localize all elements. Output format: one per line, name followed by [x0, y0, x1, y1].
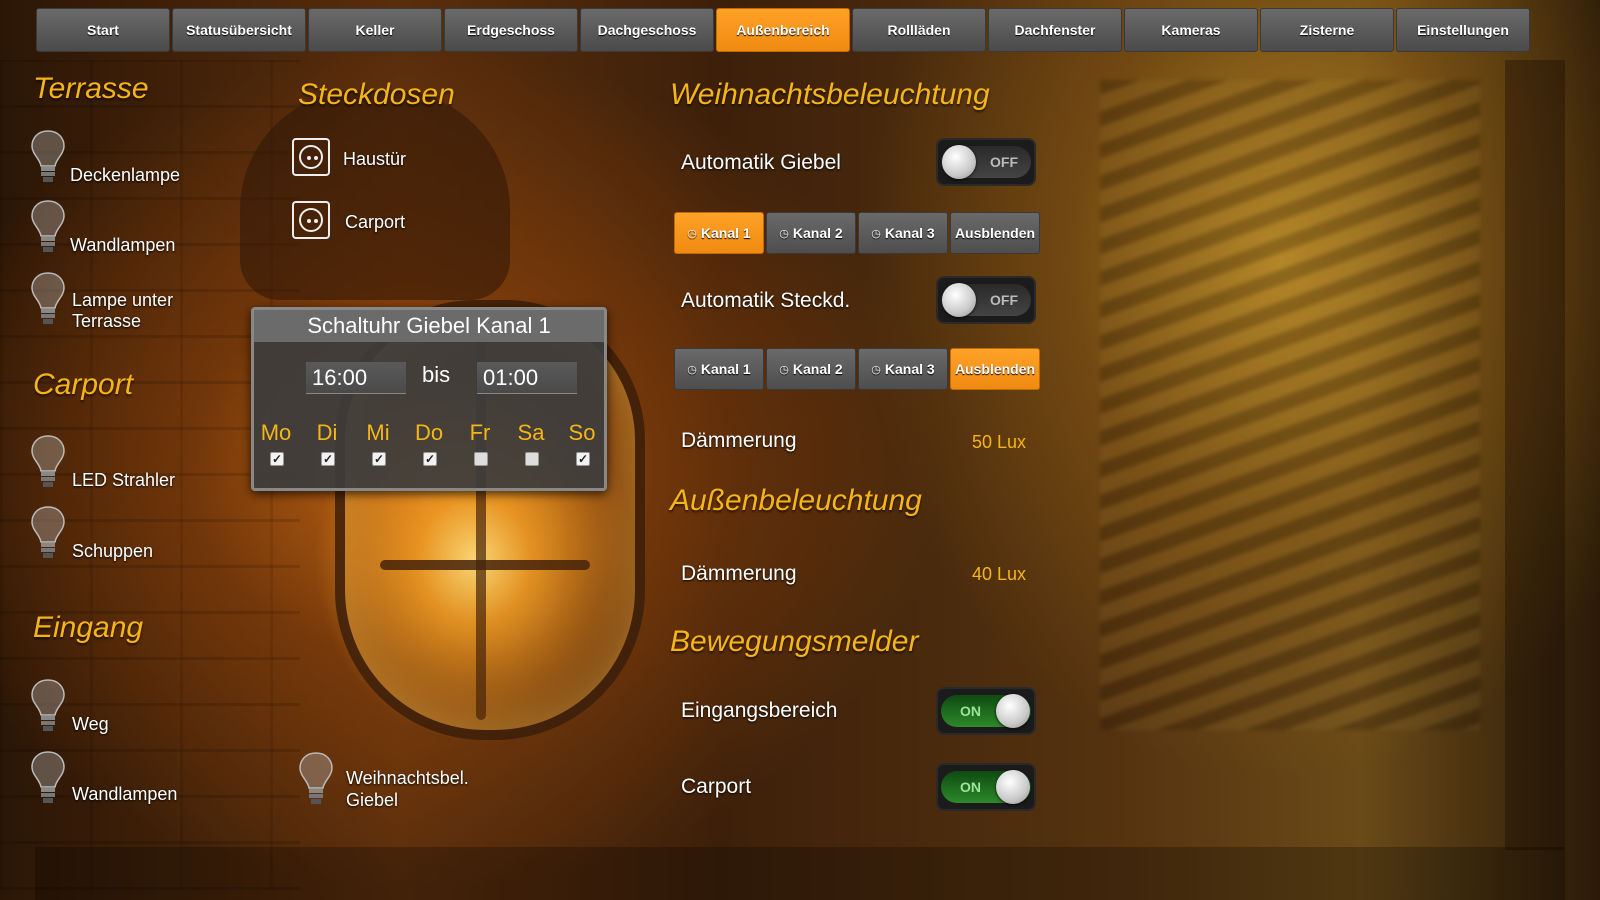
automatik-steckd-toggle[interactable]: OFF [936, 276, 1036, 324]
clock-icon: ◷ [687, 363, 697, 376]
tab-rolllaeden[interactable]: Rollläden [852, 8, 986, 52]
toggle-state: OFF [990, 154, 1018, 170]
main-navigation: Start Statusübersicht Keller Erdgeschoss… [36, 8, 1530, 52]
tab-erdgeschoss[interactable]: Erdgeschoss [444, 8, 578, 52]
light-label-line2: Terrasse [72, 311, 142, 331]
day-label-mo: Mo [260, 420, 292, 445]
day-label-do: Do [414, 420, 444, 445]
steckd-kanal2-button[interactable]: ◷ Kanal 2 [766, 348, 856, 390]
timer-bis-label: bis [422, 362, 451, 387]
day-label-di: Di [316, 420, 338, 445]
socket-icon [292, 201, 330, 239]
checkbox-so[interactable]: ✓ [576, 452, 590, 466]
checkbox-do[interactable]: ✓ [423, 452, 437, 466]
tab-start[interactable]: Start [36, 8, 170, 52]
automatik-steckd-label: Automatik Steckd. [681, 289, 851, 312]
aussen-daemmerung-value: 40 Lux [972, 564, 1027, 584]
steckd-kanal3-button[interactable]: ◷ Kanal 3 [858, 348, 948, 390]
socket-label: Haustür [343, 149, 407, 169]
light-label: LED Strahler [72, 470, 176, 490]
light-label: Wandlampen [70, 235, 176, 255]
timer-title: Schaltuhr Giebel Kanal 1 [254, 310, 604, 342]
clock-icon: ◷ [779, 363, 789, 376]
background-shade [35, 847, 1565, 900]
bulb-icon [31, 506, 65, 558]
steckdosen-heading: Steckdosen [298, 78, 455, 111]
checkbox-mo[interactable]: ✓ [270, 452, 284, 466]
socket-icon [292, 138, 330, 176]
tab-keller[interactable]: Keller [308, 8, 442, 52]
tab-kameras[interactable]: Kameras [1124, 8, 1258, 52]
timer-to-input[interactable] [477, 362, 577, 394]
bulb-icon [31, 751, 65, 803]
background-shade [1505, 60, 1565, 850]
light-label-line2: Giebel [346, 790, 399, 810]
weihnacht-heading: Weihnachtsbeleuchtung [670, 78, 990, 111]
eingang-heading: Eingang [33, 611, 144, 644]
light-label: Schuppen [72, 541, 154, 561]
light-label: Weg [72, 714, 109, 734]
tab-aussenbereich[interactable]: Außenbereich [716, 8, 850, 52]
bulb-icon [31, 200, 65, 252]
tab-statusuebersicht[interactable]: Statusübersicht [172, 8, 306, 52]
light-label: Wandlampen [72, 784, 178, 804]
bulb-icon [299, 752, 333, 804]
day-label-mi: Mi [366, 420, 390, 445]
tab-zisterne[interactable]: Zisterne [1260, 8, 1394, 52]
clock-icon: ◷ [871, 363, 881, 376]
giebel-kanal2-button[interactable]: ◷ Kanal 2 [766, 212, 856, 254]
checkbox-mi[interactable]: ✓ [372, 452, 386, 466]
background-blinds [1100, 80, 1480, 730]
day-label-fr: Fr [469, 420, 491, 445]
giebel-ausblenden-button[interactable]: Ausblenden [950, 212, 1040, 254]
bulb-icon [31, 272, 65, 324]
steckd-kanal1-button[interactable]: ◷ Kanal 1 [674, 348, 764, 390]
toggle-state: ON [960, 703, 981, 719]
clock-icon: ◷ [871, 227, 881, 240]
automatik-giebel-label: Automatik Giebel [681, 151, 841, 174]
clock-icon: ◷ [779, 227, 789, 240]
eingangsbereich-toggle[interactable]: ON [936, 687, 1036, 735]
terrasse-heading: Terrasse [33, 72, 149, 105]
giebel-kanal1-button[interactable]: ◷ Kanal 1 [674, 212, 764, 254]
bulb-icon [31, 130, 65, 182]
light-label-line1: Lampe unter [72, 290, 174, 310]
toggle-state: OFF [990, 292, 1018, 308]
background-lamp-arm [240, 90, 510, 300]
steckd-ausblenden-button[interactable]: Ausblenden [950, 348, 1040, 390]
carport-heading: Carport [33, 368, 134, 401]
automatik-giebel-toggle[interactable]: OFF [936, 138, 1036, 186]
light-label-line1: Weihnachtsbel. [346, 768, 469, 788]
toggle-state: ON [960, 779, 981, 795]
bewegung-carport-label: Carport [681, 775, 752, 798]
tab-dachgeschoss[interactable]: Dachgeschoss [580, 8, 714, 52]
bewegung-heading: Bewegungsmelder [670, 625, 919, 658]
checkbox-sa[interactable] [525, 452, 539, 466]
day-label-sa: Sa [517, 420, 545, 445]
eingangsbereich-label: Eingangsbereich [681, 699, 838, 722]
timer-from-input[interactable] [306, 362, 406, 394]
socket-label: Carport [345, 212, 406, 232]
bulb-icon [31, 679, 65, 731]
daemmerung-value: 50 Lux [972, 432, 1027, 452]
checkbox-fr[interactable] [474, 452, 488, 466]
day-label-so: So [568, 420, 596, 445]
light-label: Deckenlampe [70, 165, 181, 185]
tab-einstellungen[interactable]: Einstellungen [1396, 8, 1530, 52]
giebel-kanal3-button[interactable]: ◷ Kanal 3 [858, 212, 948, 254]
clock-icon: ◷ [687, 227, 697, 240]
checkbox-di[interactable]: ✓ [321, 452, 335, 466]
timer-dialog: Schaltuhr Giebel Kanal 1 bis Mo Di Mi Do… [251, 307, 607, 491]
bewegung-carport-toggle[interactable]: ON [936, 763, 1036, 811]
bulb-icon [31, 435, 65, 487]
daemmerung-label: Dämmerung [681, 429, 797, 452]
aussen-heading: Außenbeleuchtung [670, 484, 922, 517]
aussen-daemmerung-label: Dämmerung [681, 562, 797, 585]
tab-dachfenster[interactable]: Dachfenster [988, 8, 1122, 52]
